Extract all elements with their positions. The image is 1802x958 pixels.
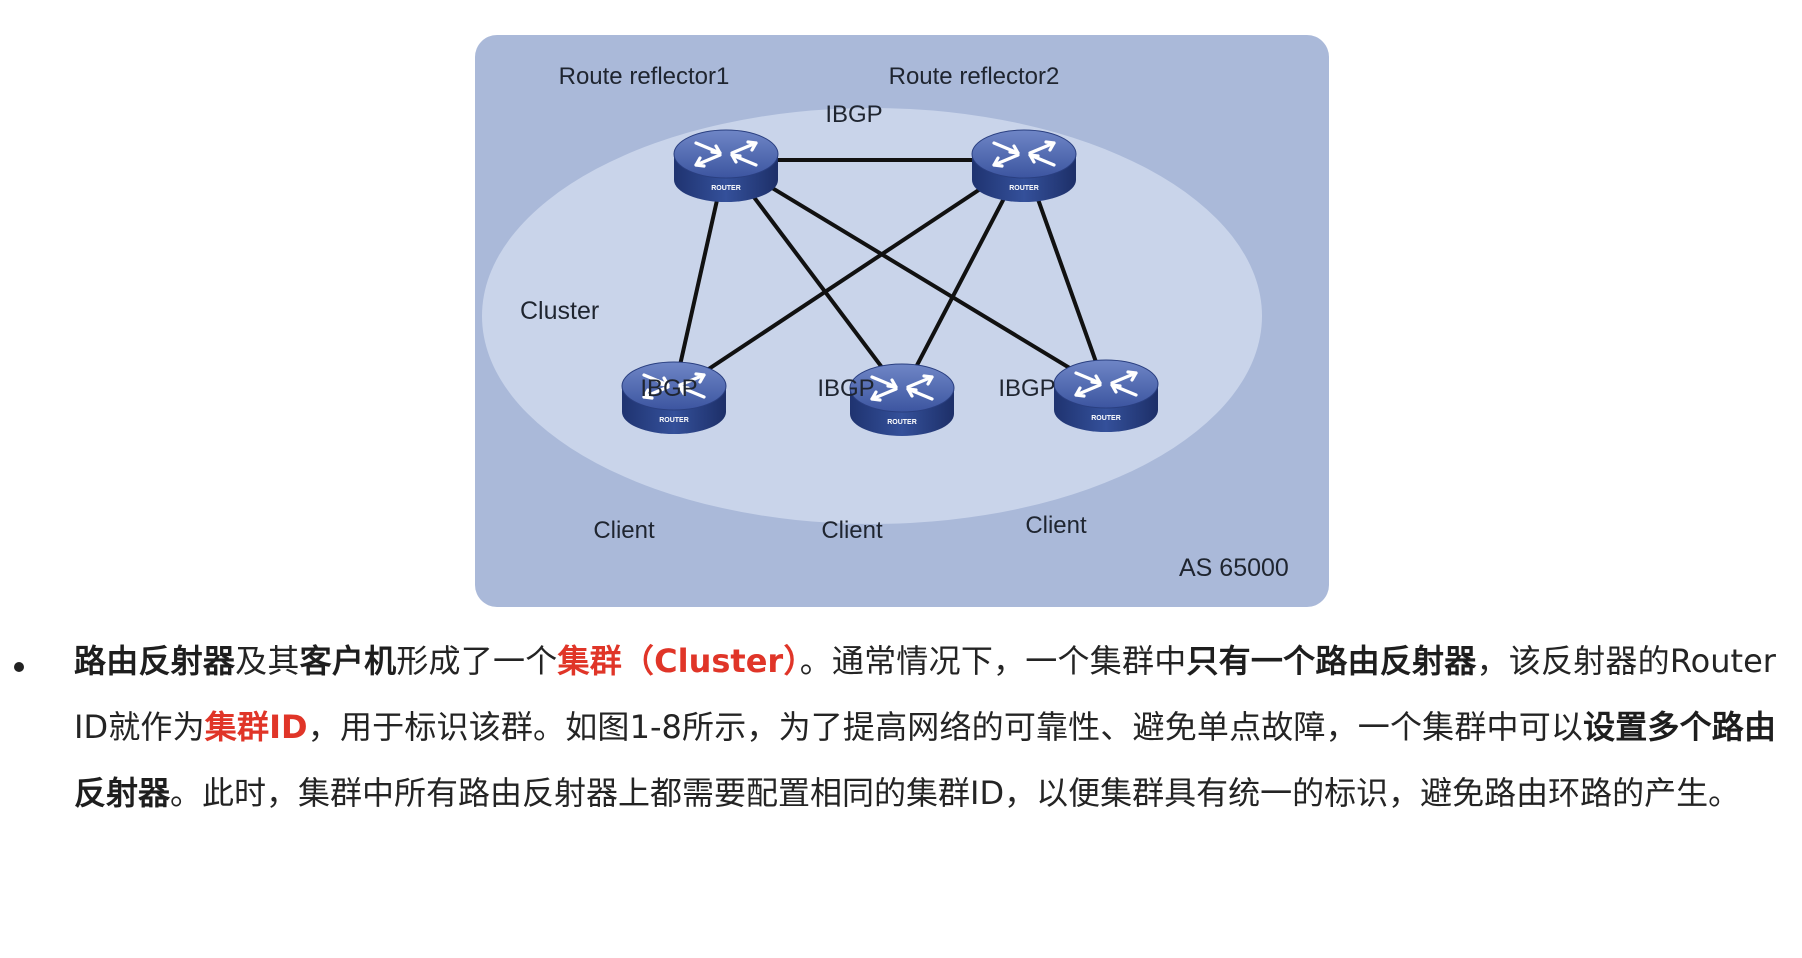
router-badge: ROUTER xyxy=(887,419,917,426)
router-c3: ROUTER xyxy=(1053,359,1159,432)
router-badge: ROUTER xyxy=(1091,415,1121,422)
route-reflector-cluster-diagram: ROUTER ROUTER ROUTER ROUTER ROUTER Cluster A… xyxy=(475,35,1329,607)
route-reflector-paragraph: 路由反射器及其客户机形成了一个集群（Cluster）。通常情况下，一个集群中只有… xyxy=(74,628,1776,826)
text-run: 形成了一个 xyxy=(396,642,558,680)
bold-term: 只有一个路由反射器 xyxy=(1186,642,1477,680)
list-bullet xyxy=(14,662,24,672)
text-run: 。此时，集群中所有路由反射器上都需要配置相同的集群ID，以便集群具有统一的标识，… xyxy=(170,774,1741,812)
article-body: 路由反射器及其客户机形成了一个集群（Cluster）。通常情况下，一个集群中只有… xyxy=(0,628,1802,928)
router-rr1: ROUTER xyxy=(673,129,779,202)
ibgp-label: IBGP xyxy=(825,101,882,128)
router-label-c2: Client xyxy=(821,517,883,544)
router-top xyxy=(1053,359,1159,409)
router-label-rr2: Route reflector2 xyxy=(889,63,1060,90)
router-label-c1: Client xyxy=(593,517,655,544)
ibgp-label: IBGP xyxy=(817,375,874,402)
network-diagram-figure: ROUTER ROUTER ROUTER ROUTER ROUTER Cluster A… xyxy=(474,34,1330,608)
text-run: 。通常情况下，一个集群中 xyxy=(799,642,1187,680)
text-run: ，用于标识该群。如图1-8所示，为了提高网络的可靠性、避免单点故障，一个集群中可… xyxy=(307,708,1584,746)
router-badge: ROUTER xyxy=(711,185,741,192)
router-top xyxy=(673,129,779,179)
router-label-rr1: Route reflector1 xyxy=(559,63,730,90)
router-rr2: ROUTER xyxy=(971,129,1077,202)
router-badge: ROUTER xyxy=(1009,185,1039,192)
bold-term: 客户机 xyxy=(299,642,397,680)
as-number-label: AS 65000 xyxy=(1179,554,1289,582)
router-badge: ROUTER xyxy=(659,417,689,424)
ibgp-label: IBGP xyxy=(640,375,697,402)
highlight-term: 集群（Cluster） xyxy=(557,642,800,680)
highlight-term: 集群ID xyxy=(204,708,308,746)
router-label-c3: Client xyxy=(1025,512,1087,539)
cluster-label: Cluster xyxy=(520,297,599,325)
text-run: 及其 xyxy=(235,642,300,680)
router-top xyxy=(971,129,1077,179)
ibgp-label: IBGP xyxy=(998,375,1055,402)
bold-term: 路由反射器 xyxy=(74,642,236,680)
